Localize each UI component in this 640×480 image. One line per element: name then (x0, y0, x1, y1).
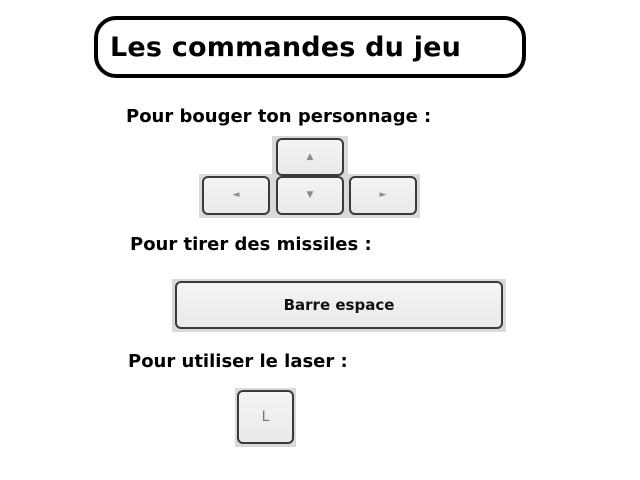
space-bar-key[interactable]: Barre espace (175, 281, 503, 329)
arrow-right-icon: ► (379, 190, 387, 200)
title-box: Les commandes du jeu (94, 16, 526, 78)
right-arrow-key[interactable]: ► (349, 176, 417, 215)
move-label: Pour bouger ton personnage : (126, 106, 432, 127)
down-arrow-key[interactable]: ▼ (276, 176, 344, 215)
up-arrow-key[interactable]: ▲ (276, 138, 344, 176)
page-title: Les commandes du jeu (110, 31, 462, 63)
laser-label: Pour utiliser le laser : (128, 351, 348, 372)
laser-l-key[interactable]: L (237, 390, 294, 444)
arrow-left-icon: ◄ (232, 190, 240, 200)
left-arrow-key[interactable]: ◄ (202, 176, 270, 215)
missiles-label: Pour tirer des missiles : (130, 234, 372, 255)
arrow-down-icon: ▼ (306, 190, 314, 200)
arrow-up-icon: ▲ (306, 151, 314, 162)
